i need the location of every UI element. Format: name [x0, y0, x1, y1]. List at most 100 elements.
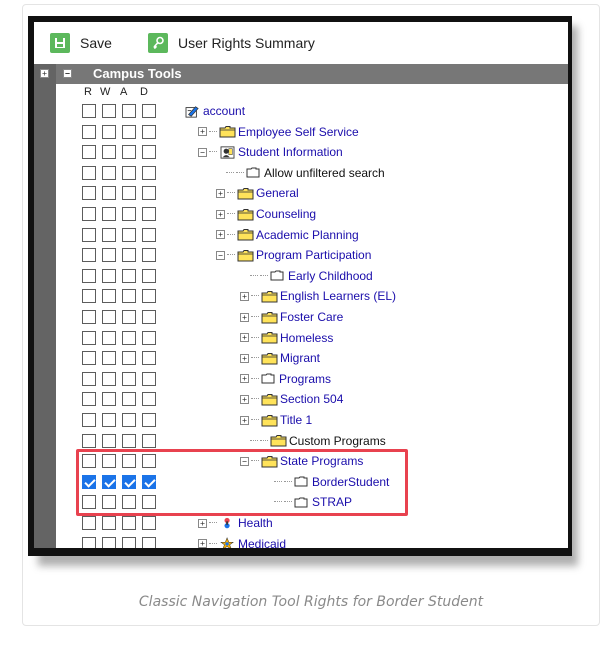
tree-node-label[interactable]: Programs	[279, 372, 331, 386]
read-checkbox[interactable]	[82, 536, 96, 548]
read-checkbox[interactable]	[82, 516, 96, 530]
add-checkbox[interactable]	[122, 351, 136, 366]
add-checkbox[interactable]	[122, 536, 136, 548]
add-checkbox[interactable]	[122, 371, 136, 386]
read-checkbox[interactable]	[82, 165, 96, 180]
expand-icon[interactable]: +	[240, 415, 249, 425]
add-checkbox[interactable]	[122, 516, 136, 530]
tree-node-label[interactable]: Migrant	[280, 351, 320, 365]
add-checkbox[interactable]	[122, 207, 136, 221]
delete-checkbox[interactable]	[142, 433, 156, 448]
read-checkbox[interactable]	[82, 371, 96, 386]
add-checkbox[interactable]	[122, 186, 136, 201]
write-checkbox[interactable]	[102, 145, 116, 160]
delete-checkbox[interactable]	[142, 268, 156, 283]
tree-node-label[interactable]: Foster Care	[280, 310, 343, 324]
read-checkbox[interactable]	[82, 227, 96, 242]
read-checkbox[interactable]	[82, 392, 96, 407]
expand-icon[interactable]: +	[216, 209, 225, 219]
write-checkbox[interactable]	[102, 516, 116, 530]
tree-node-label[interactable]: Student Information	[238, 145, 343, 159]
expand-icon[interactable]: +	[240, 333, 249, 343]
add-checkbox[interactable]	[122, 268, 136, 283]
tree-node-label[interactable]: account	[203, 104, 245, 118]
delete-checkbox[interactable]	[142, 516, 156, 530]
tree-node-label[interactable]: Health	[238, 516, 273, 530]
tree-node-label[interactable]: Custom Programs	[289, 434, 386, 448]
write-checkbox[interactable]	[102, 433, 116, 448]
write-checkbox[interactable]	[102, 310, 116, 324]
delete-checkbox[interactable]	[142, 165, 156, 180]
write-checkbox[interactable]	[102, 351, 116, 366]
expand-all-icon[interactable]: +	[40, 69, 49, 78]
read-checkbox[interactable]	[82, 145, 96, 160]
delete-checkbox[interactable]	[142, 351, 156, 366]
expand-icon[interactable]: +	[198, 539, 207, 548]
collapse-icon[interactable]: −	[216, 250, 225, 260]
expand-icon[interactable]: +	[198, 127, 207, 137]
delete-checkbox[interactable]	[142, 124, 156, 139]
write-checkbox[interactable]	[102, 207, 116, 221]
write-checkbox[interactable]	[102, 104, 116, 118]
write-checkbox[interactable]	[102, 330, 116, 345]
read-checkbox[interactable]	[82, 289, 96, 304]
write-checkbox[interactable]	[102, 124, 116, 139]
user-rights-summary-button[interactable]: User Rights Summary	[148, 31, 315, 55]
expand-icon[interactable]: +	[216, 188, 225, 198]
delete-checkbox[interactable]	[142, 248, 156, 263]
read-checkbox[interactable]	[82, 186, 96, 201]
tree-node-label[interactable]: Homeless	[280, 331, 333, 345]
read-checkbox[interactable]	[82, 413, 96, 427]
read-checkbox[interactable]	[82, 351, 96, 366]
write-checkbox[interactable]	[102, 413, 116, 427]
delete-checkbox[interactable]	[142, 227, 156, 242]
add-checkbox[interactable]	[122, 413, 136, 427]
expand-icon[interactable]: +	[240, 312, 249, 322]
tree-node-label[interactable]: Academic Planning	[256, 228, 359, 242]
delete-checkbox[interactable]	[142, 536, 156, 548]
expand-icon[interactable]: +	[240, 291, 249, 301]
tree-node-label[interactable]: Title 1	[280, 413, 312, 427]
delete-checkbox[interactable]	[142, 207, 156, 221]
delete-checkbox[interactable]	[142, 413, 156, 427]
tree-node-label[interactable]: Employee Self Service	[238, 125, 359, 139]
read-checkbox[interactable]	[82, 310, 96, 324]
tree-node-label[interactable]: Medicaid	[238, 537, 286, 548]
tree-node-label[interactable]: Early Childhood	[288, 269, 373, 283]
tree-node-label[interactable]: English Learners (EL)	[280, 289, 396, 303]
tree-node-label[interactable]: Program Participation	[256, 248, 371, 262]
expand-icon[interactable]: +	[240, 374, 249, 384]
add-checkbox[interactable]	[122, 248, 136, 263]
expand-icon[interactable]: +	[240, 353, 249, 363]
write-checkbox[interactable]	[102, 227, 116, 242]
save-button[interactable]: Save	[50, 31, 112, 55]
add-checkbox[interactable]	[122, 330, 136, 345]
delete-checkbox[interactable]	[142, 330, 156, 345]
delete-checkbox[interactable]	[142, 392, 156, 407]
add-checkbox[interactable]	[122, 310, 136, 324]
write-checkbox[interactable]	[102, 165, 116, 180]
write-checkbox[interactable]	[102, 289, 116, 304]
collapse-icon[interactable]: −	[198, 147, 207, 157]
read-checkbox[interactable]	[82, 268, 96, 283]
delete-checkbox[interactable]	[142, 186, 156, 201]
write-checkbox[interactable]	[102, 186, 116, 201]
add-checkbox[interactable]	[122, 124, 136, 139]
write-checkbox[interactable]	[102, 248, 116, 263]
add-checkbox[interactable]	[122, 227, 136, 242]
write-checkbox[interactable]	[102, 392, 116, 407]
add-checkbox[interactable]	[122, 104, 136, 118]
read-checkbox[interactable]	[82, 248, 96, 263]
expand-icon[interactable]: +	[240, 394, 249, 404]
delete-checkbox[interactable]	[142, 371, 156, 386]
expand-icon[interactable]: +	[216, 230, 225, 240]
read-checkbox[interactable]	[82, 433, 96, 448]
delete-checkbox[interactable]	[142, 310, 156, 324]
delete-checkbox[interactable]	[142, 145, 156, 160]
add-checkbox[interactable]	[122, 145, 136, 160]
write-checkbox[interactable]	[102, 536, 116, 548]
read-checkbox[interactable]	[82, 330, 96, 345]
add-checkbox[interactable]	[122, 165, 136, 180]
add-checkbox[interactable]	[122, 289, 136, 304]
tree-node-label[interactable]: Counseling	[256, 207, 316, 221]
